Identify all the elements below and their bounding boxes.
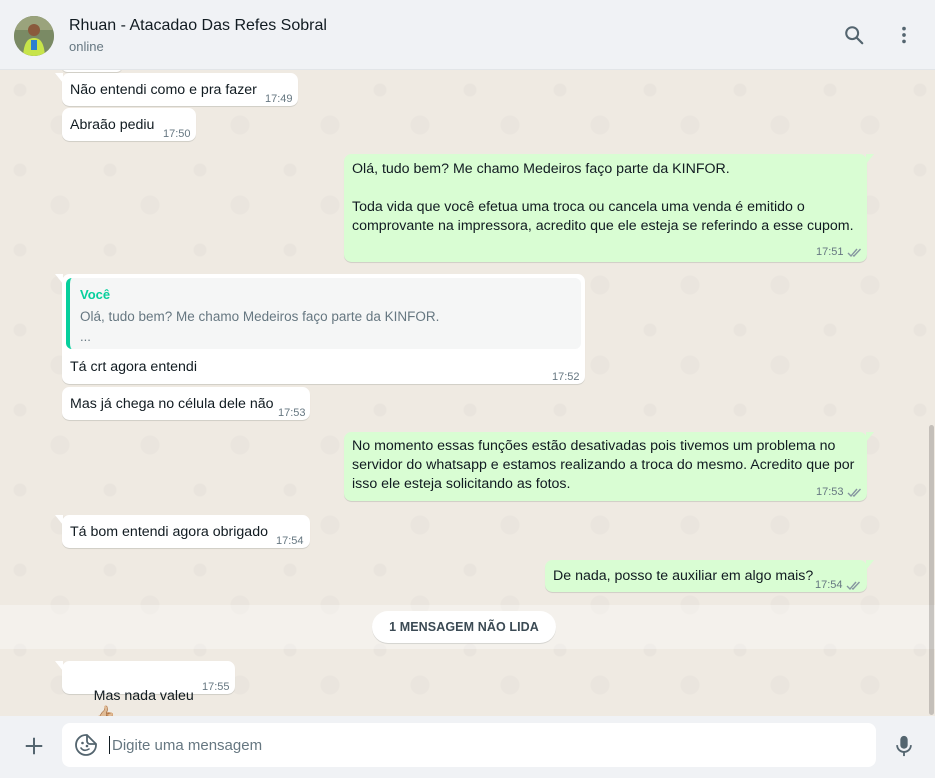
contact-status: online — [69, 39, 104, 54]
message-time: 17:50 — [163, 128, 191, 140]
read-ticks-icon — [847, 248, 861, 258]
menu-dots-icon[interactable] — [890, 21, 918, 49]
message-text: Tá crt agora entendi — [70, 359, 197, 375]
emoji-sticker-icon[interactable] — [74, 733, 98, 757]
read-ticks-icon — [847, 488, 861, 498]
message-text: No momento essas funções estão desativad… — [352, 438, 855, 492]
message-time: 17:53 — [816, 486, 844, 498]
message-input-wrapper[interactable] — [62, 723, 876, 767]
bubble-tail — [55, 73, 63, 83]
bubble-tail — [866, 560, 874, 570]
composer-bar — [0, 716, 935, 778]
message-bubble-incoming[interactable]: Mas nada valeu 👍🏼 17:55 — [55, 661, 235, 716]
message-text: Olá, tudo bem? Me chamo Medeiros faço pa… — [352, 161, 854, 234]
message-bubble-outgoing[interactable]: Olá, tudo bem? Me chamo Medeiros faço pa… — [344, 154, 874, 262]
message-bubble-incoming[interactable]: Tá bom entendi agora obrigado 17:54 — [55, 515, 310, 548]
bubble-tail — [55, 274, 63, 284]
quoted-ellipsis: ... — [80, 329, 91, 344]
message-text: Não entendi como e pra fazer — [70, 82, 257, 98]
message-time: 17:49 — [265, 93, 293, 105]
message-text-content: Mas nada valeu — [93, 688, 194, 704]
bubble-tail — [55, 661, 63, 671]
message-text: Mas já chega no célula dele não — [70, 396, 274, 412]
contact-avatar[interactable] — [14, 16, 54, 56]
message-time: 17:54 — [276, 535, 304, 547]
message-text: Tá bom entendi agora obrigado — [70, 524, 268, 540]
text-caret — [109, 736, 110, 754]
message-meta: 17:54 — [815, 576, 862, 595]
message-meta: 17:53 — [816, 483, 863, 502]
message-text: Abraão pediu — [70, 117, 155, 133]
message-text: De nada, posso te auxiliar em algo mais? — [553, 568, 814, 584]
message-meta: 17:51 — [816, 243, 863, 262]
read-ticks-icon — [846, 581, 860, 591]
chat-header: Rhuan - Atacadao Das Refes Sobral online — [0, 0, 935, 70]
message-text: Mas nada valeu 👍🏼 — [70, 668, 194, 716]
message-time: 17:55 — [202, 681, 230, 693]
message-bubble-incoming-reply[interactable]: Você Olá, tudo bem? Me chamo Medeiros fa… — [55, 274, 585, 384]
message-time: 17:52 — [552, 371, 580, 383]
message-time: 17:54 — [815, 579, 843, 591]
message-bubble-partial — [62, 70, 122, 72]
search-icon[interactable] — [840, 21, 868, 49]
bubble-tail — [866, 154, 874, 164]
message-bubble-outgoing[interactable]: No momento essas funções estão desativad… — [344, 432, 874, 502]
quoted-author: Você — [80, 287, 111, 302]
message-bubble-incoming[interactable]: Não entendi como e pra fazer 17:49 — [55, 73, 298, 106]
message-bubble-incoming[interactable]: Mas já chega no célula dele não 17:53 — [62, 387, 310, 420]
bubble-tail — [55, 515, 63, 525]
message-time: 17:51 — [816, 246, 844, 258]
message-time: 17:53 — [278, 407, 306, 419]
contact-name[interactable]: Rhuan - Atacadao Das Refes Sobral — [69, 17, 327, 35]
quoted-text: Olá, tudo bem? Me chamo Medeiros faço pa… — [80, 309, 440, 324]
message-list[interactable]: Não entendi como e pra fazer 17:49 Abraã… — [0, 70, 935, 716]
message-bubble-incoming[interactable]: Abraão pediu 17:50 — [62, 108, 196, 141]
quoted-message[interactable]: Você Olá, tudo bem? Me chamo Medeiros fa… — [66, 278, 581, 349]
message-input[interactable] — [112, 731, 862, 759]
bubble-tail — [866, 432, 874, 442]
plus-icon[interactable] — [20, 732, 48, 760]
microphone-icon[interactable] — [890, 732, 918, 760]
chat-scrollbar[interactable] — [929, 425, 934, 715]
unread-divider: 1 MENSAGEM NÃO LIDA — [372, 611, 556, 643]
thumbs-up-emoji-icon: 👍🏼 — [93, 705, 117, 717]
message-bubble-outgoing[interactable]: De nada, posso te auxiliar em algo mais?… — [545, 560, 874, 595]
